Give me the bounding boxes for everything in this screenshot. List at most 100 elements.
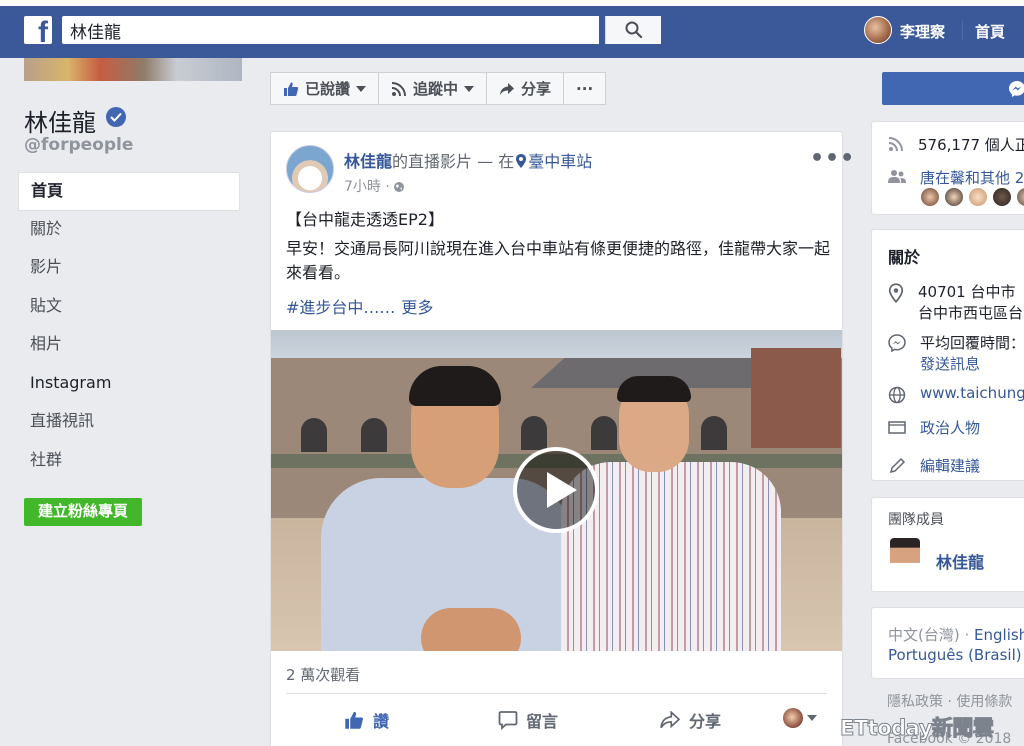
thumbs-up-icon: [284, 82, 299, 96]
following-button[interactable]: 追蹤中: [378, 72, 488, 105]
friend-avatar[interactable]: [921, 188, 939, 206]
nav-item-live-video[interactable]: 直播視訊: [18, 403, 240, 442]
nav-item-posts[interactable]: 貼文: [18, 288, 240, 327]
followers-count: 576,177 個人正: [918, 136, 1024, 154]
liked-button[interactable]: 已說讚: [270, 72, 380, 105]
address-line-1: 40701 台中市: [918, 283, 1016, 301]
page-handle[interactable]: @forpeople: [24, 135, 133, 155]
nav-item-videos[interactable]: 影片: [18, 249, 240, 288]
profile-picture-crop[interactable]: [24, 58, 242, 81]
suggest-edit-link[interactable]: 編輯建議: [920, 455, 980, 476]
user-avatar[interactable]: [864, 16, 892, 44]
home-link[interactable]: 首頁: [975, 21, 1005, 42]
post-header-text: 的直播影片 — 在: [392, 152, 515, 171]
friends-like-row: 唐在馨和其他 2: [888, 167, 1024, 188]
chevron-down-icon: [356, 85, 367, 92]
nav-item-instagram[interactable]: Instagram: [18, 365, 240, 404]
share-arrow-icon: [500, 82, 515, 95]
footer-links[interactable]: 隱私政策 · 使用條款: [887, 691, 1012, 711]
more-options-button[interactable]: ···: [563, 72, 607, 105]
chevron-down-icon: [807, 715, 817, 721]
top-white-strip: [0, 0, 1024, 6]
send-message-link[interactable]: 發送訊息: [920, 353, 1024, 374]
website-link[interactable]: www.taichung.g: [920, 384, 1024, 402]
view-count: 2 萬次觀看: [286, 666, 361, 684]
pencil-icon: [889, 457, 906, 474]
about-card: 關於 40701 台中市 台中市西屯區台 平均回覆時間： 發送訊息 www.ta…: [871, 229, 1024, 481]
category-folder-icon: [888, 421, 906, 434]
language-card: 中文(台灣) · English Português (Brasil) ·: [871, 607, 1024, 679]
page-title[interactable]: 林佳龍: [24, 103, 96, 138]
friends-like-link[interactable]: 唐在馨和其他 2: [920, 167, 1024, 188]
share-post-button[interactable]: 分享: [659, 708, 721, 732]
share-page-button[interactable]: 分享: [486, 72, 565, 105]
address-line-2: 台中市西屯區台: [918, 304, 1024, 322]
location-pin-icon: [516, 154, 527, 168]
followers-row: 576,177 個人正: [888, 134, 1024, 155]
website-row: www.taichung.g: [888, 384, 1024, 404]
thumbs-up-icon: [345, 711, 363, 729]
suggest-edit-row: 編輯建議: [888, 455, 980, 476]
team-heading: 團隊成員: [888, 512, 944, 528]
language-portuguese-link[interactable]: Português (Brasil): [888, 646, 1022, 664]
liked-label: 已說讚: [305, 80, 351, 98]
search-icon: [625, 21, 643, 39]
comment-button[interactable]: 留言: [498, 708, 558, 732]
search-input[interactable]: [62, 16, 542, 44]
language-english-link[interactable]: English: [974, 626, 1024, 644]
team-card: 團隊成員 林佳龍: [871, 497, 1024, 592]
team-member-link[interactable]: 林佳龍: [936, 549, 984, 573]
video-person-right: [561, 376, 781, 651]
post-title: 【台中龍走透透EP2】: [286, 210, 444, 229]
comment-bubble-icon: [498, 711, 518, 730]
post-timestamp[interactable]: 7小時 ·: [344, 176, 405, 196]
post-time-text: 7小時 ·: [344, 179, 390, 195]
globe-icon: [888, 386, 906, 404]
community-card: 576,177 個人正 唐在馨和其他 2: [871, 121, 1024, 215]
verified-badge-icon: [106, 107, 126, 127]
language-current: 中文(台灣) ·: [888, 626, 970, 644]
post-author-avatar[interactable]: [286, 145, 334, 193]
category-link[interactable]: 政治人物: [920, 417, 980, 438]
friend-avatar[interactable]: [993, 188, 1011, 206]
see-more-link[interactable]: 更多: [401, 298, 433, 317]
like-button[interactable]: 讚: [343, 708, 389, 732]
nav-item-photos[interactable]: 相片: [18, 326, 240, 365]
nav-item-community[interactable]: 社群: [18, 442, 240, 481]
share-label: 分享: [521, 80, 552, 98]
friend-avatar[interactable]: [945, 188, 963, 206]
friends-icon: [888, 170, 906, 183]
post-author-link[interactable]: 林佳龍: [344, 152, 392, 171]
send-message-button[interactable]: [882, 72, 1024, 105]
post-as-avatar: [783, 708, 803, 728]
chevron-down-icon: [464, 85, 475, 92]
user-name-link[interactable]: 李理察: [900, 21, 945, 42]
page-action-bar: 已說讚 追蹤中 分享 ···: [270, 72, 607, 105]
top-divider: [962, 20, 963, 40]
address-row: 40701 台中市 台中市西屯區台: [888, 281, 1023, 323]
facebook-logo[interactable]: f: [24, 16, 52, 48]
rss-icon: [391, 81, 407, 96]
nav-item-about[interactable]: 關於: [18, 211, 240, 250]
post-action-row: 讚 留言 分享: [286, 702, 827, 736]
nav-item-home[interactable]: 首頁: [18, 172, 240, 211]
post-hashtag-link[interactable]: #進步台中……: [286, 298, 395, 317]
team-member-avatar[interactable]: [890, 538, 920, 576]
post-location-link[interactable]: 臺中車站: [528, 152, 592, 171]
response-row: 平均回覆時間： 發送訊息: [888, 332, 1024, 374]
search-button[interactable]: [605, 16, 661, 44]
post-options-icon[interactable]: •••: [810, 146, 855, 171]
like-label: 讚: [373, 712, 390, 731]
post-as-selector[interactable]: [783, 708, 817, 728]
about-heading[interactable]: 關於: [888, 244, 920, 268]
friend-avatar[interactable]: [1017, 188, 1024, 206]
comment-label: 留言: [526, 712, 559, 731]
friend-avatar[interactable]: [969, 188, 987, 206]
globe-icon: [393, 182, 404, 192]
friend-faces: [921, 188, 1024, 206]
create-page-button[interactable]: 建立粉絲專頁: [24, 498, 142, 526]
play-button-icon[interactable]: [513, 447, 599, 533]
video-player[interactable]: [271, 330, 842, 651]
messenger-icon: [888, 334, 906, 352]
location-pin-icon: [888, 283, 904, 303]
